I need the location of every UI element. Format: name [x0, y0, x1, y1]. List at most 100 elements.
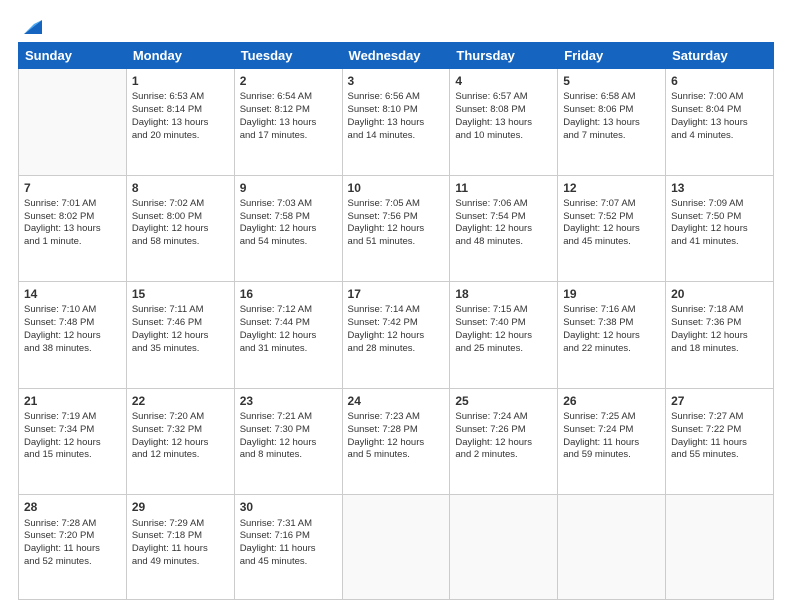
cell-text: Sunset: 8:06 PM [563, 104, 660, 117]
calendar-cell: 23Sunrise: 7:21 AMSunset: 7:30 PMDayligh… [234, 388, 342, 495]
cell-text: Sunrise: 7:14 AM [348, 304, 445, 317]
cell-text: and 45 minutes. [563, 236, 660, 249]
cell-text: Daylight: 12 hours [455, 223, 552, 236]
calendar-cell: 22Sunrise: 7:20 AMSunset: 7:32 PMDayligh… [126, 388, 234, 495]
cell-text: Sunset: 7:58 PM [240, 211, 337, 224]
cell-text: Sunset: 8:10 PM [348, 104, 445, 117]
cell-text: Sunset: 8:04 PM [671, 104, 768, 117]
logo [18, 18, 42, 32]
cell-text: Daylight: 12 hours [240, 437, 337, 450]
cell-text: Daylight: 12 hours [24, 330, 121, 343]
day-number: 28 [24, 499, 121, 515]
week-row-3: 14Sunrise: 7:10 AMSunset: 7:48 PMDayligh… [19, 282, 774, 389]
cell-text: Daylight: 12 hours [455, 437, 552, 450]
cell-text: Sunrise: 6:56 AM [348, 91, 445, 104]
cell-text: Sunset: 7:42 PM [348, 317, 445, 330]
cell-text: Daylight: 12 hours [240, 330, 337, 343]
day-number: 7 [24, 180, 121, 196]
cell-text: Sunset: 8:08 PM [455, 104, 552, 117]
cell-text: Daylight: 12 hours [671, 330, 768, 343]
cell-text: and 15 minutes. [24, 449, 121, 462]
day-number: 25 [455, 393, 552, 409]
col-header-wednesday: Wednesday [342, 43, 450, 69]
cell-text: and 10 minutes. [455, 130, 552, 143]
calendar-cell: 18Sunrise: 7:15 AMSunset: 7:40 PMDayligh… [450, 282, 558, 389]
cell-text: and 2 minutes. [455, 449, 552, 462]
day-number: 23 [240, 393, 337, 409]
cell-text: Daylight: 12 hours [348, 437, 445, 450]
cell-text: and 51 minutes. [348, 236, 445, 249]
cell-text: and 41 minutes. [671, 236, 768, 249]
cell-text: Sunrise: 7:12 AM [240, 304, 337, 317]
day-number: 27 [671, 393, 768, 409]
cell-text: and 20 minutes. [132, 130, 229, 143]
cell-text: Sunrise: 7:27 AM [671, 411, 768, 424]
week-row-5: 28Sunrise: 7:28 AMSunset: 7:20 PMDayligh… [19, 495, 774, 600]
cell-text: and 45 minutes. [240, 556, 337, 569]
calendar-cell: 3Sunrise: 6:56 AMSunset: 8:10 PMDaylight… [342, 69, 450, 176]
cell-text: Sunset: 7:48 PM [24, 317, 121, 330]
calendar-cell: 4Sunrise: 6:57 AMSunset: 8:08 PMDaylight… [450, 69, 558, 176]
col-header-tuesday: Tuesday [234, 43, 342, 69]
day-number: 29 [132, 499, 229, 515]
cell-text: Sunrise: 6:54 AM [240, 91, 337, 104]
calendar-cell: 5Sunrise: 6:58 AMSunset: 8:06 PMDaylight… [558, 69, 666, 176]
day-number: 15 [132, 286, 229, 302]
cell-text: Daylight: 12 hours [671, 223, 768, 236]
calendar-cell: 14Sunrise: 7:10 AMSunset: 7:48 PMDayligh… [19, 282, 127, 389]
cell-text: Daylight: 11 hours [240, 543, 337, 556]
cell-text: Daylight: 12 hours [132, 437, 229, 450]
cell-text: Sunset: 7:56 PM [348, 211, 445, 224]
cell-text: Sunset: 7:24 PM [563, 424, 660, 437]
cell-text: Sunset: 7:30 PM [240, 424, 337, 437]
cell-text: Sunrise: 7:01 AM [24, 198, 121, 211]
calendar-cell: 26 Sunrise: 7:25 AMSunset: 7:24 PMDayligh… [558, 388, 666, 495]
page: SundayMondayTuesdayWednesdayThursdayFrid… [0, 0, 792, 612]
day-number: 19 [563, 286, 660, 302]
day-number: 26 [563, 393, 660, 409]
cell-text: Daylight: 12 hours [132, 223, 229, 236]
cell-text: Sunset: 7:16 PM [240, 530, 337, 543]
day-number: 13 [671, 180, 768, 196]
day-number: 18 [455, 286, 552, 302]
calendar-cell: 9Sunrise: 7:03 AMSunset: 7:58 PMDaylight… [234, 175, 342, 282]
cell-text: Sunset: 7:26 PM [455, 424, 552, 437]
cell-text: Daylight: 13 hours [24, 223, 121, 236]
cell-text: Sunrise: 7:20 AM [132, 411, 229, 424]
calendar-cell: 7 Sunrise: 7:01 AMSunset: 8:02 PMDaylight… [19, 175, 127, 282]
header [18, 18, 774, 32]
logo-icon [20, 18, 42, 36]
cell-text: Sunset: 8:14 PM [132, 104, 229, 117]
cell-text: and 25 minutes. [455, 343, 552, 356]
cell-text: Sunrise: 7:23 AM [348, 411, 445, 424]
cell-text: Sunrise: 6:58 AM [563, 91, 660, 104]
cell-text: Sunset: 7:36 PM [671, 317, 768, 330]
day-number: 5 [563, 73, 660, 89]
day-number: 22 [132, 393, 229, 409]
calendar-cell: 17Sunrise: 7:14 AMSunset: 7:42 PMDayligh… [342, 282, 450, 389]
day-number: 9 [240, 180, 337, 196]
cell-text: and 14 minutes. [348, 130, 445, 143]
cell-text: Sunset: 7:40 PM [455, 317, 552, 330]
cell-text: Sunrise: 7:10 AM [24, 304, 121, 317]
cell-text: Sunrise: 7:25 AM [563, 411, 660, 424]
cell-text: Daylight: 12 hours [348, 223, 445, 236]
cell-text: Sunrise: 7:29 AM [132, 518, 229, 531]
cell-text: Sunrise: 7:03 AM [240, 198, 337, 211]
cell-text: Sunrise: 7:28 AM [24, 518, 121, 531]
cell-text: and 8 minutes. [240, 449, 337, 462]
cell-text: and 54 minutes. [240, 236, 337, 249]
cell-text: Daylight: 11 hours [671, 437, 768, 450]
cell-text: Sunset: 7:52 PM [563, 211, 660, 224]
calendar-cell: 15Sunrise: 7:11 AMSunset: 7:46 PMDayligh… [126, 282, 234, 389]
cell-text: Daylight: 11 hours [563, 437, 660, 450]
cell-text: and 12 minutes. [132, 449, 229, 462]
cell-text: Daylight: 12 hours [24, 437, 121, 450]
cell-text: Sunrise: 7:19 AM [24, 411, 121, 424]
day-number: 8 [132, 180, 229, 196]
cell-text: Sunset: 8:02 PM [24, 211, 121, 224]
day-number: 4 [455, 73, 552, 89]
week-row-2: 7Sunrise: 7:01 AMSunset: 8:02 PMDaylight… [19, 175, 774, 282]
cell-text: and 22 minutes. [563, 343, 660, 356]
cell-text: and 58 minutes. [132, 236, 229, 249]
